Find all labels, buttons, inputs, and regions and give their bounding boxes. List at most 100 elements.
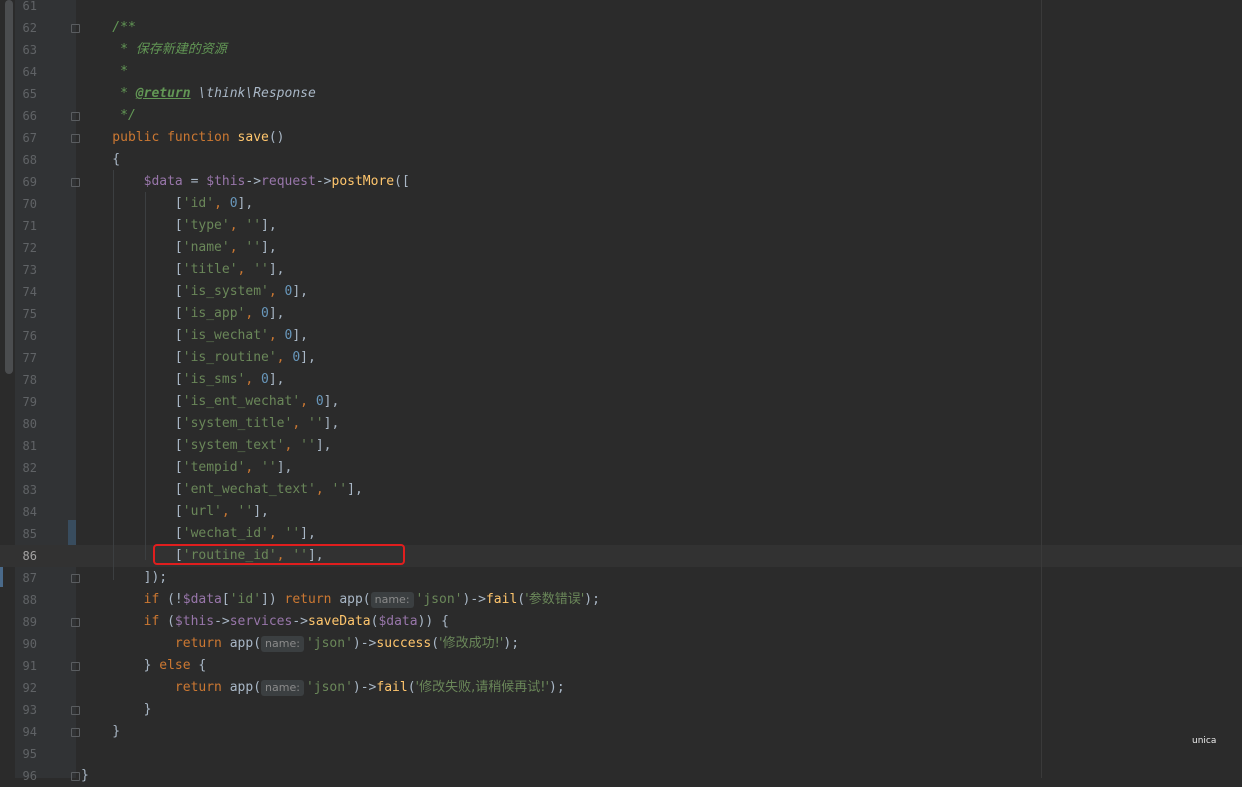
fold-toggle-icon[interactable]	[71, 134, 80, 143]
code-token: )) {	[417, 614, 449, 629]
code-line[interactable]: 68 {	[0, 149, 1242, 171]
code-token: (	[407, 680, 416, 695]
code-token: [	[81, 438, 183, 453]
code-line[interactable]: 70 ['id', 0],	[0, 193, 1242, 215]
code-token: ],	[323, 394, 340, 409]
code-line[interactable]: 69 $data = $this->request->postMore([	[0, 171, 1242, 193]
code-line[interactable]: 81 ['system_text', ''],	[0, 435, 1242, 457]
fold-toggle-icon[interactable]	[71, 24, 80, 33]
line-number: 92	[22, 681, 37, 695]
code-token: [	[81, 504, 183, 519]
code-line[interactable]: 88 if (!$data['id']) return app(name:'js…	[0, 589, 1242, 611]
code-text: return app(name:'json')->fail('修改失败,请稍候再…	[81, 677, 565, 699]
code-line[interactable]: 62 /**	[0, 17, 1242, 39]
code-line[interactable]: 96}	[0, 765, 1242, 787]
code-token: ,	[245, 306, 262, 321]
code-token: 'name'	[182, 240, 230, 255]
code-text: ['url', ''],	[81, 501, 269, 523]
code-token: postMore	[331, 174, 395, 189]
code-token: *	[81, 42, 136, 57]
code-token: 0	[292, 350, 301, 365]
code-token: ''	[307, 416, 324, 431]
fold-toggle-icon[interactable]	[71, 728, 80, 737]
code-token: [	[81, 526, 183, 541]
code-line[interactable]: 93 }	[0, 699, 1242, 721]
line-number: 64	[22, 65, 37, 79]
code-token: (!	[167, 592, 183, 607]
line-number: 68	[22, 153, 37, 167]
code-token: );	[549, 680, 565, 695]
code-line[interactable]: 95	[0, 743, 1242, 765]
line-number: 87	[22, 571, 37, 585]
code-line[interactable]: 89 if ($this->services->saveData($data))…	[0, 611, 1242, 633]
code-line[interactable]: 64 *	[0, 61, 1242, 83]
fold-toggle-icon[interactable]	[71, 706, 80, 715]
code-text: }	[81, 721, 120, 743]
code-text: */	[81, 105, 136, 127]
fold-toggle-icon[interactable]	[71, 112, 80, 121]
code-line[interactable]: 91 } else {	[0, 655, 1242, 677]
line-number: 62	[22, 21, 37, 35]
code-token: }	[81, 658, 160, 673]
code-token: ,	[292, 416, 308, 431]
code-token: (	[167, 614, 175, 629]
code-text: if (!$data['id']) return app(name:'json'…	[81, 589, 600, 611]
line-number: 71	[22, 219, 37, 233]
code-token: 'id'	[182, 196, 215, 211]
code-line[interactable]: 75 ['is_app', 0],	[0, 303, 1242, 325]
code-line[interactable]: 84 ['url', ''],	[0, 501, 1242, 523]
code-token: [	[81, 416, 183, 431]
code-line[interactable]: 80 ['system_title', ''],	[0, 413, 1242, 435]
code-token: $data	[378, 614, 418, 629]
code-token: if	[81, 614, 168, 629]
fold-toggle-icon[interactable]	[71, 178, 80, 187]
code-line[interactable]: 66 */	[0, 105, 1242, 127]
code-text: ['is_app', 0],	[81, 303, 285, 325]
code-line[interactable]: 79 ['is_ent_wechat', 0],	[0, 391, 1242, 413]
code-line[interactable]: 65 * @return \think\Response	[0, 83, 1242, 105]
code-line[interactable]: 76 ['is_wechat', 0],	[0, 325, 1242, 347]
line-number: 95	[22, 747, 37, 761]
code-line[interactable]: 67 public function save()	[0, 127, 1242, 149]
line-number: 72	[22, 241, 37, 255]
fold-toggle-icon[interactable]	[71, 618, 80, 627]
code-line[interactable]: 92 return app(name:'json')->fail('修改失败,请…	[0, 677, 1242, 699]
code-line[interactable]: 77 ['is_routine', 0],	[0, 347, 1242, 369]
code-line[interactable]: 82 ['tempid', ''],	[0, 457, 1242, 479]
fold-toggle-icon[interactable]	[71, 772, 80, 781]
code-token: '修改失败,请稍候再试!'	[415, 680, 550, 695]
code-line[interactable]: 83 ['ent_wechat_text', ''],	[0, 479, 1242, 501]
code-token: (	[431, 636, 440, 651]
code-text: ['is_ent_wechat', 0],	[81, 391, 339, 413]
code-line[interactable]: 63 * 保存新建的资源	[0, 39, 1242, 61]
code-line[interactable]: 90 return app(name:'json')->success('修改成…	[0, 633, 1242, 655]
code-token: ,	[245, 372, 262, 387]
code-token: ],	[315, 438, 332, 453]
code-text: } else {	[81, 655, 207, 677]
code-token: [	[81, 218, 183, 233]
code-text: ['is_system', 0],	[81, 281, 308, 303]
code-token: public function	[81, 130, 238, 145]
code-token: 'is_wechat'	[182, 328, 269, 343]
line-number: 89	[22, 615, 37, 629]
code-token: ])	[261, 592, 285, 607]
code-text: ['type', ''],	[81, 215, 277, 237]
fold-toggle-icon[interactable]	[71, 662, 80, 671]
code-line[interactable]: 85 ['wechat_id', ''],	[0, 523, 1242, 545]
code-line[interactable]: 78 ['is_sms', 0],	[0, 369, 1242, 391]
code-token: {	[81, 152, 121, 167]
code-line[interactable]: 61	[0, 0, 1242, 17]
code-line[interactable]: 73 ['title', ''],	[0, 259, 1242, 281]
code-line[interactable]: 71 ['type', ''],	[0, 215, 1242, 237]
code-token: 0	[315, 394, 324, 409]
line-number: 67	[22, 131, 37, 145]
line-number: 74	[22, 285, 37, 299]
code-line[interactable]: 87 ]);	[0, 567, 1242, 589]
line-number: 86	[22, 549, 37, 563]
code-token: '参数错误'	[525, 592, 585, 607]
code-line[interactable]: 94 }	[0, 721, 1242, 743]
code-line[interactable]: 72 ['name', ''],	[0, 237, 1242, 259]
code-token: fail	[376, 680, 408, 695]
code-line[interactable]: 74 ['is_system', 0],	[0, 281, 1242, 303]
fold-toggle-icon[interactable]	[71, 574, 80, 583]
